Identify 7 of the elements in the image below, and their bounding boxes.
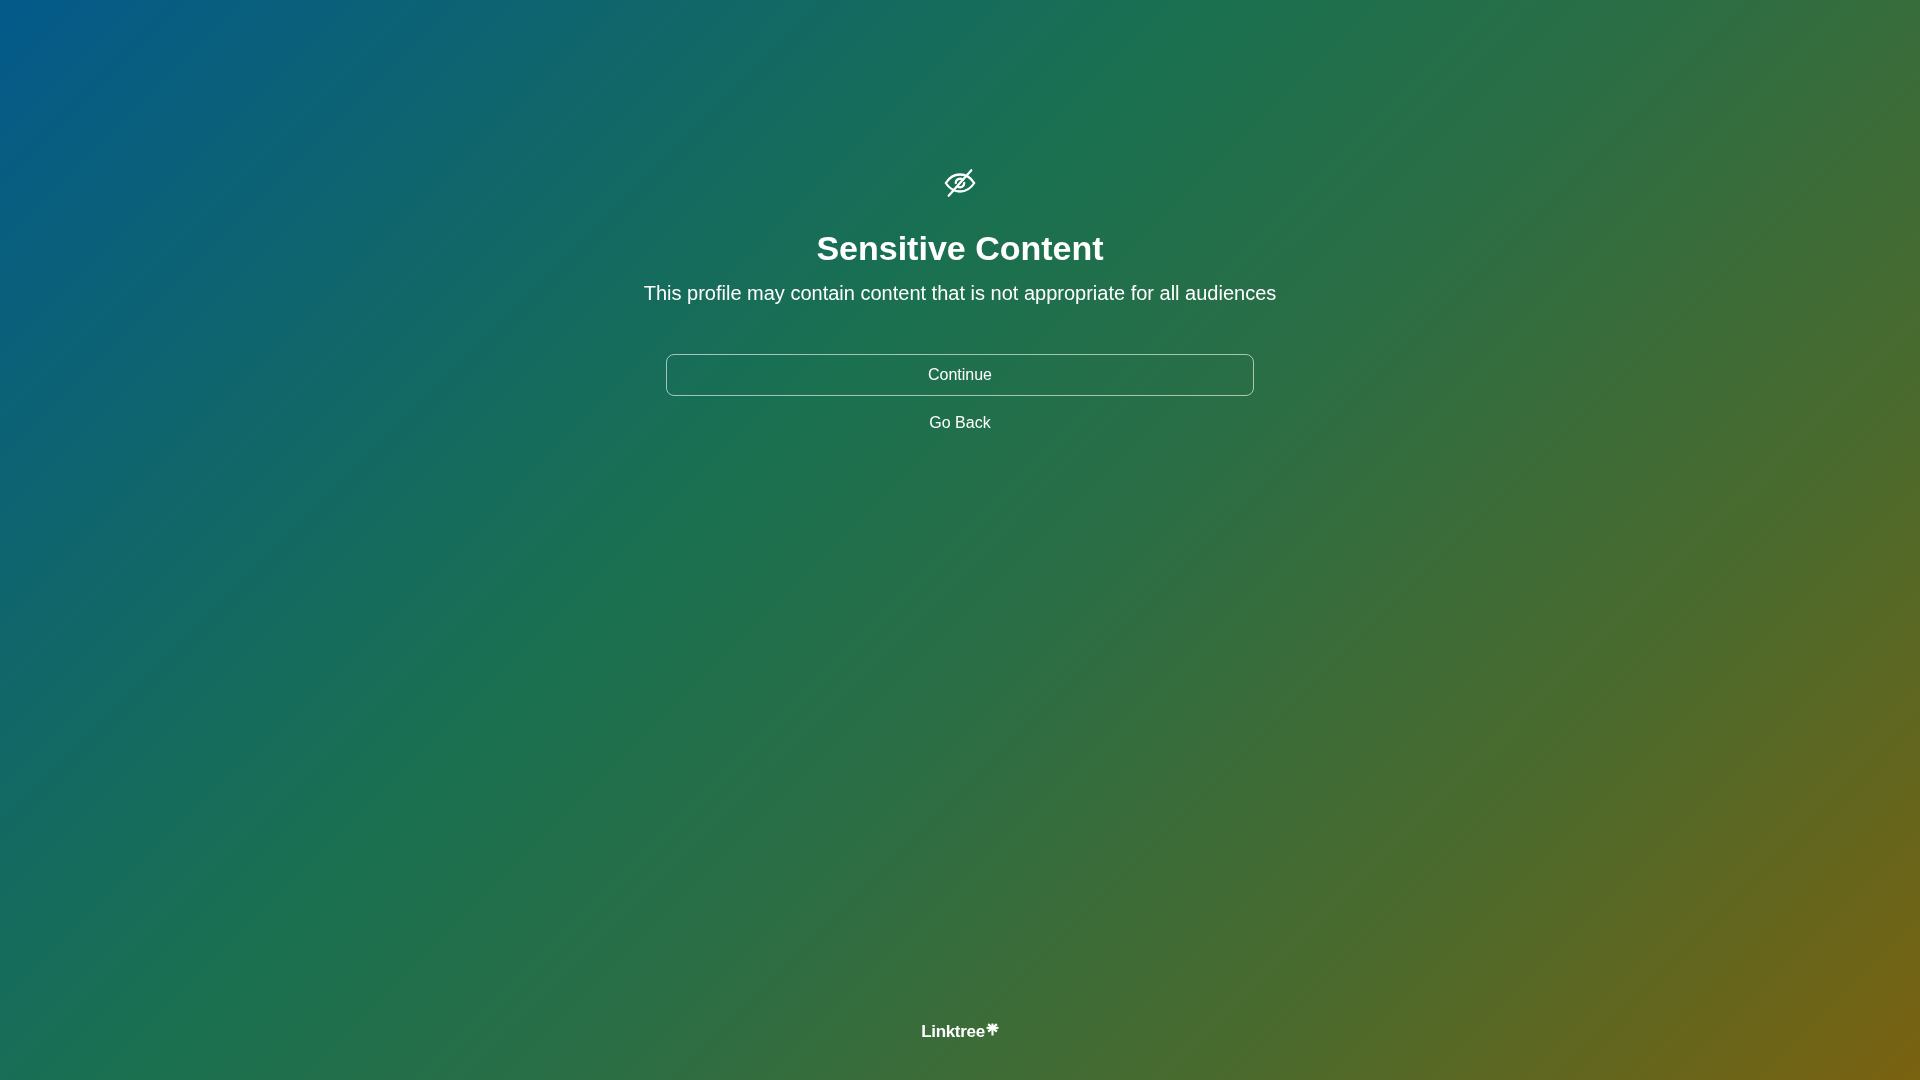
warning-message: This profile may contain content that is not appropriate for all audiences bbox=[643, 281, 1277, 306]
brand-name[interactable]: Linktree bbox=[921, 1022, 985, 1042]
hidden-eye-icon bbox=[943, 166, 977, 200]
go-back-link[interactable]: Go Back bbox=[921, 410, 999, 436]
page-title: Sensitive Content bbox=[816, 228, 1104, 268]
asterisk-logo-icon bbox=[985, 1022, 999, 1036]
continue-button[interactable]: Continue bbox=[666, 354, 1254, 396]
